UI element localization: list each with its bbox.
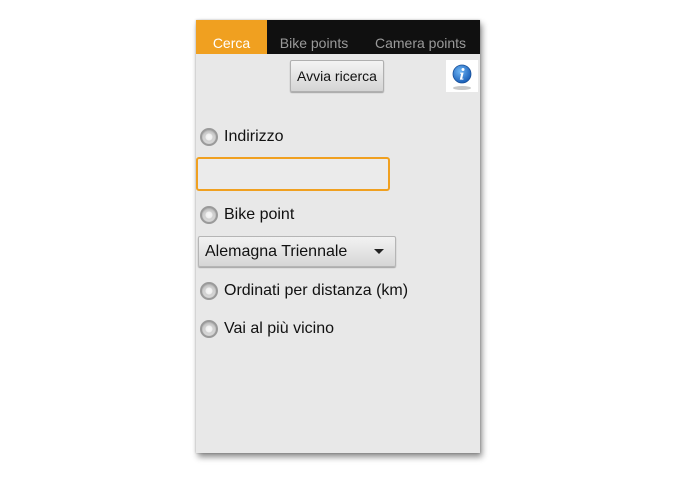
bike-point-dropdown[interactable]: Alemagna Triennale bbox=[198, 236, 396, 267]
bike-point-radio[interactable] bbox=[200, 206, 218, 224]
nearest-radio[interactable] bbox=[200, 320, 218, 338]
info-icon bbox=[452, 64, 472, 90]
tab-bike-points[interactable]: Bike points bbox=[267, 20, 361, 54]
bike-point-option[interactable]: Bike point bbox=[200, 203, 294, 227]
nearest-option[interactable]: Vai al più vicino bbox=[200, 317, 334, 341]
info-button[interactable] bbox=[446, 60, 478, 92]
tab-camera-points[interactable]: Camera points bbox=[361, 20, 480, 54]
distance-label: Ordinati per distanza (km) bbox=[224, 282, 409, 299]
chevron-down-icon bbox=[374, 249, 384, 254]
bike-point-selected: Alemagna Triennale bbox=[205, 242, 348, 260]
tab-bar: Cerca Bike points Camera points bbox=[196, 20, 480, 54]
address-input[interactable] bbox=[196, 157, 390, 191]
address-label: Indirizzo bbox=[224, 128, 284, 145]
address-option[interactable]: Indirizzo bbox=[200, 125, 284, 149]
tab-cerca[interactable]: Cerca bbox=[196, 20, 267, 54]
distance-radio[interactable] bbox=[200, 282, 218, 300]
app-window: Cerca Bike points Camera points Avvia ri… bbox=[196, 20, 480, 453]
address-radio[interactable] bbox=[200, 128, 218, 146]
distance-option[interactable]: Ordinati per distanza (km) bbox=[200, 279, 408, 303]
start-search-button[interactable]: Avvia ricerca bbox=[290, 60, 384, 92]
nearest-label: Vai al più vicino bbox=[224, 320, 334, 337]
bike-point-label: Bike point bbox=[224, 206, 295, 223]
